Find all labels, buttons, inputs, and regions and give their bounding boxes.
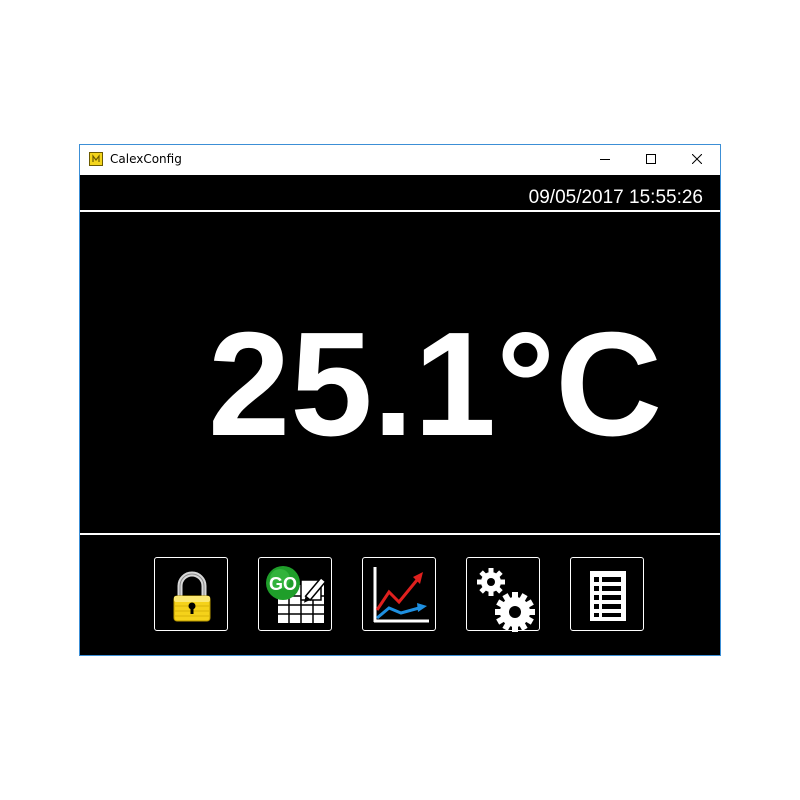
gears-icon [477,568,535,632]
minimize-icon [600,159,610,160]
temperature-unit: °C [496,302,663,467]
go-log-button[interactable]: GO [258,557,332,631]
close-button[interactable] [674,145,720,175]
window-title: CalexConfig [110,152,182,166]
title-bar[interactable]: CalexConfig [80,145,720,175]
close-icon [692,154,702,164]
temperature-reading: 25.1°C [208,310,662,460]
temperature-value: 25.1 [208,302,497,467]
bottom-divider [80,533,720,535]
app-window: CalexConfig 09/05/2017 15:55:26 25.1°C G… [79,144,721,656]
chart-button[interactable] [362,557,436,631]
padlock-icon [173,571,211,622]
datetime-display: 09/05/2017 15:55:26 [528,187,703,208]
main-display: 09/05/2017 15:55:26 25.1°C GO [80,175,720,655]
maximize-button[interactable] [628,145,674,175]
lock-button[interactable] [154,557,228,631]
top-divider [80,210,720,212]
trend-chart-icon [373,567,429,623]
list-icon [590,571,626,621]
go-badge-label: GO [269,574,297,594]
maximize-icon [646,154,656,164]
app-logo-icon [89,152,103,166]
minimize-button[interactable] [582,145,628,175]
settings-button[interactable] [466,557,540,632]
go-sheet-icon: GO [266,566,327,623]
list-button[interactable] [570,557,644,631]
